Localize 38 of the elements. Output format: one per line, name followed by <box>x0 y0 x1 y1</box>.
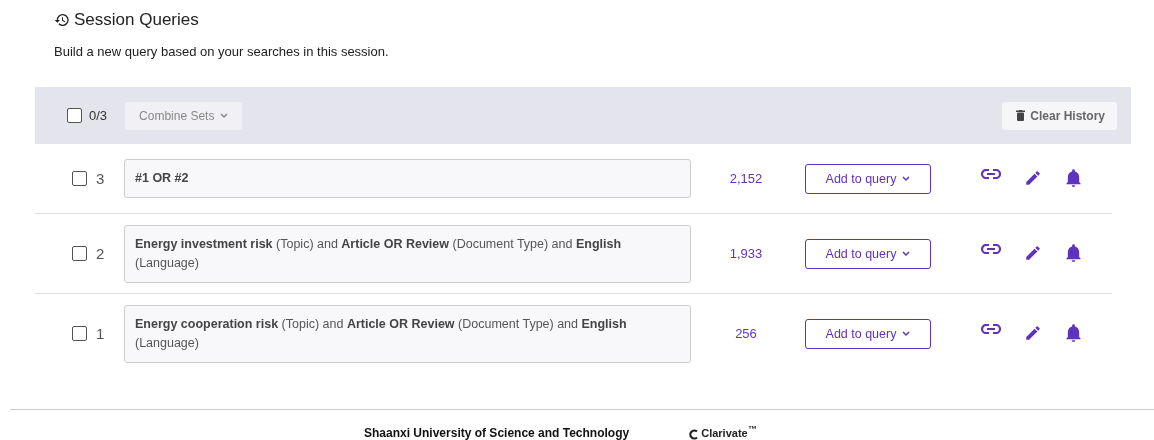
clear-history-button[interactable]: Clear History <box>1002 101 1117 130</box>
brand-name: Clarivate$^{™}$ <box>701 423 757 440</box>
section-description: Build a new query based on your searches in this session. <box>54 44 390 59</box>
bell-icon[interactable] <box>1065 169 1082 188</box>
checkbox[interactable] <box>72 171 87 186</box>
result-count[interactable]: 2,152 <box>691 171 801 186</box>
chevron-icon <box>902 175 911 182</box>
selection-count: 0/3 <box>89 108 108 123</box>
checkbox[interactable] <box>72 326 87 341</box>
result-count[interactable]: 256 <box>691 326 801 341</box>
chevron-icon <box>902 250 911 257</box>
add-to-query-button[interactable]: Add to query <box>805 318 931 349</box>
query-text: #1 OR #2 <box>124 159 691 198</box>
set-number: 2 <box>96 245 106 262</box>
link-icon[interactable] <box>981 324 1001 334</box>
bell-icon[interactable] <box>1065 324 1082 343</box>
brand-logo-icon <box>689 429 700 440</box>
chevron-icon <box>220 112 229 119</box>
pencil-icon[interactable] <box>1024 324 1042 342</box>
bell-icon[interactable] <box>1065 244 1082 263</box>
checkbox[interactable] <box>72 246 87 261</box>
history-icon <box>54 12 70 28</box>
pencil-icon[interactable] <box>1024 169 1042 187</box>
query-text: Energy investment risk (Topic) and Article OR Review (Document Type) and English (Language) <box>124 224 691 283</box>
link-icon[interactable] <box>981 244 1001 254</box>
set-number: 1 <box>96 325 106 342</box>
add-to-query-button[interactable]: Add to query <box>805 163 931 194</box>
section-title: Session Queries <box>74 10 199 30</box>
institution-name: Shaanxi University of Science and Technology <box>364 426 630 440</box>
link-icon[interactable] <box>981 169 1001 179</box>
checkbox[interactable] <box>67 108 82 123</box>
trash-icon <box>1016 110 1026 121</box>
add-to-query-button[interactable]: Add to query <box>805 238 931 269</box>
chevron-icon <box>902 330 911 337</box>
set-number: 3 <box>96 170 106 187</box>
pencil-icon[interactable] <box>1024 244 1042 262</box>
query-text: Energy cooperation risk (Topic) and Article OR Review (Document Type) and English (Language) <box>124 304 691 363</box>
result-count[interactable]: 1,933 <box>691 246 801 261</box>
